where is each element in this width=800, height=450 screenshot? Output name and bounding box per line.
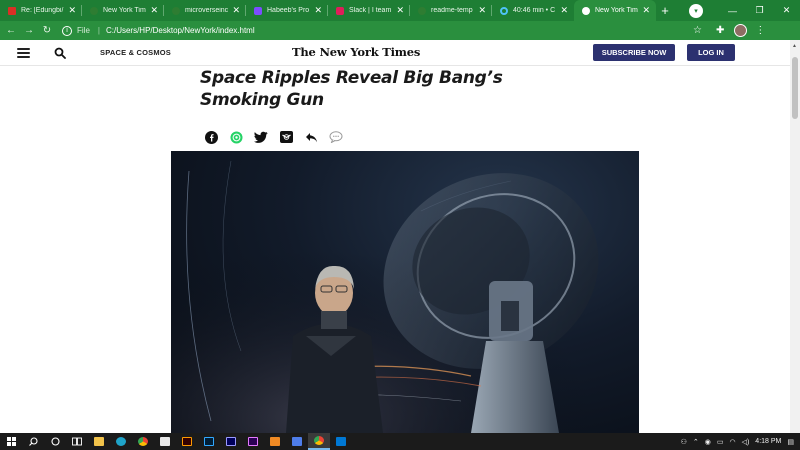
slack-icon	[336, 6, 344, 15]
photoshop-icon[interactable]	[198, 433, 220, 450]
edge-icon[interactable]	[110, 433, 132, 450]
search-icon[interactable]	[54, 47, 66, 59]
file-explorer-icon[interactable]	[88, 433, 110, 450]
globe-icon	[582, 6, 590, 15]
page-icon	[418, 6, 426, 15]
forward-icon[interactable]: →	[22, 25, 36, 36]
page-icon	[90, 6, 98, 15]
after-effects-icon[interactable]	[220, 433, 242, 450]
clock-time[interactable]: 4:18 PM	[755, 438, 781, 445]
notifications-icon[interactable]: ▤	[787, 438, 794, 446]
vscode-icon[interactable]	[330, 433, 352, 450]
share-bar	[204, 129, 354, 145]
maximize-icon[interactable]: ❐	[746, 5, 773, 16]
window-controls: ▾ — ❐ ✕	[689, 0, 800, 21]
system-tray: ⚇ ⌃ ◉ ▭ ◠ ◁) 4:18 PM ▤	[681, 438, 800, 446]
affinity-icon[interactable]	[264, 433, 286, 450]
headline-line-2: Smoking Gun	[200, 90, 324, 110]
chrome-active-icon[interactable]	[308, 433, 330, 450]
tab-label: microverseinc	[185, 7, 229, 14]
tab-label: New York Tim	[595, 7, 638, 14]
menu-icon[interactable]: ⋮	[755, 25, 765, 36]
close-icon[interactable]: ✕	[560, 5, 568, 16]
tab-slack[interactable]: Slack | I team ✕	[328, 0, 410, 21]
media-icon[interactable]	[286, 433, 308, 450]
bookmark-star-icon[interactable]: ☆	[693, 25, 702, 36]
close-icon[interactable]: ✕	[642, 5, 650, 16]
url-field[interactable]: i File | C:/Users/HP/Desktop/NewYork/ind…	[62, 23, 702, 38]
camera-icon[interactable]: ◉	[705, 438, 711, 446]
tab-habeeb[interactable]: Habeeb's Pro ✕	[246, 0, 328, 21]
new-tab-button[interactable]: +	[656, 0, 674, 21]
task-view-icon[interactable]	[66, 433, 88, 450]
back-icon[interactable]: ←	[4, 25, 18, 36]
premiere-icon[interactable]	[242, 433, 264, 450]
login-button[interactable]: LOG IN	[687, 44, 735, 61]
tab-label: readme-temp	[431, 7, 473, 14]
url-scheme: File	[77, 26, 90, 35]
tab-label: Habeeb's Pro	[267, 7, 310, 14]
close-icon[interactable]: ✕	[314, 5, 322, 16]
comment-icon[interactable]	[329, 130, 343, 144]
hero-image	[171, 151, 639, 433]
scroll-up-icon[interactable]: ▲	[792, 43, 797, 49]
minimize-icon[interactable]: —	[719, 6, 746, 16]
extensions-icon[interactable]: ✚	[716, 25, 724, 36]
site-header: SPACE & COSMOS The New York Times SUBSCR…	[0, 40, 790, 66]
browser-tab-strip: Re: [Edungbi/ ✕ New York Tim ✕ microvers…	[0, 0, 800, 21]
facebook-icon[interactable]	[204, 130, 218, 144]
volume-icon[interactable]: ◁)	[742, 438, 750, 446]
address-bar: ← → ↻ i File | C:/Users/HP/Desktop/NewYo…	[0, 21, 800, 40]
logo[interactable]: The New York Times	[292, 45, 420, 59]
article-headline: Space Ripples Reveal Big Bang’s Smoking …	[200, 67, 600, 111]
close-window-icon[interactable]: ✕	[773, 5, 800, 16]
tab-label: 40:46 min • C	[513, 7, 556, 14]
tab-microverse[interactable]: microverseinc ✕	[164, 0, 246, 21]
chrome-icon[interactable]	[132, 433, 154, 450]
tab-label: Re: [Edungbi/	[21, 7, 64, 14]
url-text[interactable]: C:/Users/HP/Desktop/NewYork/index.html	[106, 26, 255, 35]
close-icon[interactable]: ✕	[478, 5, 486, 16]
hamburger-menu-icon[interactable]	[17, 48, 30, 58]
tab-nytimes[interactable]: New York Tim ✕	[82, 0, 164, 21]
illustrator-icon[interactable]	[176, 433, 198, 450]
avatar[interactable]	[734, 24, 748, 37]
wifi-icon[interactable]: ◠	[729, 438, 735, 446]
chevron-up-icon[interactable]: ⌃	[693, 438, 699, 446]
gmail-icon	[8, 6, 16, 15]
tab-search-icon[interactable]: ▾	[689, 3, 703, 18]
page-icon	[172, 6, 180, 15]
windows-start-icon[interactable]	[0, 433, 22, 450]
reply-icon[interactable]	[304, 130, 318, 144]
tab-label: New York Tim	[103, 7, 146, 14]
mail-icon[interactable]	[154, 433, 176, 450]
whatsapp-icon[interactable]	[229, 130, 243, 144]
info-icon[interactable]: i	[62, 25, 72, 36]
tab-readme[interactable]: readme-temp ✕	[410, 0, 492, 21]
telescope-photo	[171, 151, 639, 433]
close-icon[interactable]: ✕	[396, 5, 404, 16]
close-icon[interactable]: ✕	[68, 5, 76, 16]
close-icon[interactable]: ✕	[232, 5, 240, 16]
os-taskbar: ⚇ ⌃ ◉ ▭ ◠ ◁) 4:18 PM ▤	[0, 433, 800, 450]
reload-icon[interactable]: ↻	[40, 25, 54, 36]
tab-nytimes-active[interactable]: New York Tim ✕	[574, 0, 656, 21]
twitter-icon[interactable]	[254, 130, 268, 144]
close-icon[interactable]: ✕	[150, 5, 158, 16]
section-link[interactable]: SPACE & COSMOS	[100, 48, 171, 57]
subscribe-button[interactable]: SUBSCRIBE NOW	[593, 44, 675, 61]
app-icon	[254, 6, 262, 15]
scroll-thumb[interactable]	[792, 57, 798, 119]
battery-icon[interactable]: ▭	[717, 438, 724, 446]
page-scrollbar[interactable]: ▲	[790, 40, 800, 433]
tab-timer[interactable]: 40:46 min • C ✕	[492, 0, 574, 21]
cortana-icon[interactable]	[44, 433, 66, 450]
search-icon[interactable]	[22, 433, 44, 450]
tab-label: Slack | I team	[349, 7, 392, 14]
tab-gmail[interactable]: Re: [Edungbi/ ✕	[0, 0, 82, 21]
people-icon[interactable]: ⚇	[681, 438, 687, 446]
timer-icon	[500, 6, 508, 15]
email-icon[interactable]	[279, 130, 293, 144]
headline-line-1: Space Ripples Reveal Big Bang’s	[200, 68, 503, 88]
